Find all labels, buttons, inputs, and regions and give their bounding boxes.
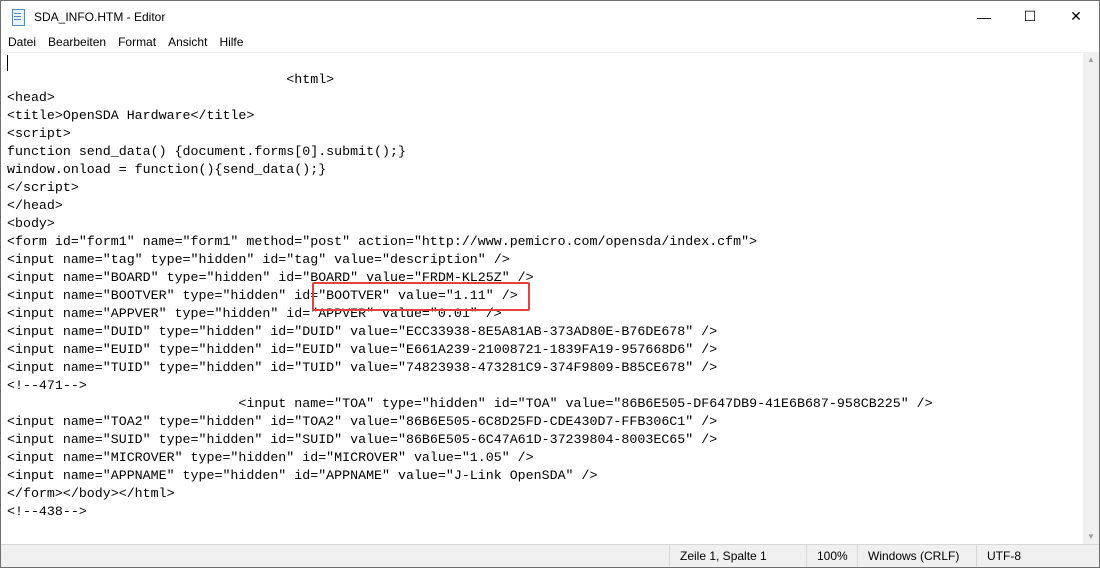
- code-line: <input name="DUID" type="hidden" id="DUI…: [7, 324, 718, 339]
- code-line: window.onload = function(){send_data();}: [7, 162, 327, 177]
- code-line: <title>OpenSDA Hardware</title>: [7, 108, 255, 123]
- minimize-button[interactable]: —: [961, 1, 1007, 32]
- menu-bar: Datei Bearbeiten Format Ansicht Hilfe: [1, 32, 248, 52]
- code-line: <input name="EUID" type="hidden" id="EUI…: [7, 342, 718, 357]
- scroll-down-icon[interactable]: ▼: [1083, 529, 1099, 545]
- notepad-window: SDA_INFO.HTM - Editor — ☐ ✕ Datei Bearbe…: [0, 0, 1100, 568]
- cursor-position: Zeile 1, Spalte 1: [669, 545, 767, 567]
- menu-bearbeiten[interactable]: Bearbeiten: [43, 32, 111, 52]
- menu-datei[interactable]: Datei: [3, 32, 41, 52]
- code-line: <input name="MICROVER" type="hidden" id=…: [7, 450, 534, 465]
- code-line: </form></body></html>: [7, 486, 175, 501]
- code-line: <html>: [7, 72, 335, 87]
- code-line: <input name="TOA2" type="hidden" id="TOA…: [7, 414, 718, 429]
- vertical-scrollbar[interactable]: ▲ ▼: [1083, 52, 1099, 545]
- bootver-highlight-box: [312, 282, 530, 311]
- encoding: UTF-8: [976, 545, 1021, 567]
- window-title: SDA_INFO.HTM - Editor: [34, 9, 166, 24]
- code-line: <body>: [7, 216, 55, 231]
- zoom-level: 100%: [806, 545, 848, 567]
- code-line: <input name="TOA" type="hidden" id="TOA"…: [7, 396, 933, 411]
- code-line: </script>: [7, 180, 79, 195]
- menu-hilfe[interactable]: Hilfe: [214, 32, 248, 52]
- code-line: </head>: [7, 198, 63, 213]
- code-line: <head>: [7, 90, 55, 105]
- code-line: <input name="SUID" type="hidden" id="SUI…: [7, 432, 718, 447]
- scroll-up-icon[interactable]: ▲: [1083, 52, 1099, 68]
- menu-format[interactable]: Format: [113, 32, 161, 52]
- text-editor[interactable]: <html> <head> <title>OpenSDA Hardware</tit…: [1, 52, 1084, 546]
- code-line: <form id="form1" name="form1" method="po…: [7, 234, 758, 249]
- close-button[interactable]: ✕: [1053, 1, 1099, 32]
- status-bar: Zeile 1, Spalte 1 100% Windows (CRLF) UT…: [1, 544, 1099, 567]
- code-line: <!--438-->: [7, 504, 87, 519]
- code-line: <input name="TUID" type="hidden" id="TUI…: [7, 360, 718, 375]
- code-line: <input name="APPNAME" type="hidden" id="…: [7, 468, 598, 483]
- menu-ansicht[interactable]: Ansicht: [163, 32, 212, 52]
- line-ending: Windows (CRLF): [857, 545, 959, 567]
- title-bar[interactable]: SDA_INFO.HTM - Editor — ☐ ✕: [1, 1, 1099, 32]
- code-line: <!--471-->: [7, 378, 87, 393]
- code-line: <input name="tag" type="hidden" id="tag"…: [7, 252, 510, 267]
- code-line: <script>: [7, 126, 71, 141]
- code-line: function send_data() {document.forms[0].…: [7, 144, 406, 159]
- notepad-icon: [10, 8, 26, 26]
- maximize-button[interactable]: ☐: [1007, 1, 1053, 32]
